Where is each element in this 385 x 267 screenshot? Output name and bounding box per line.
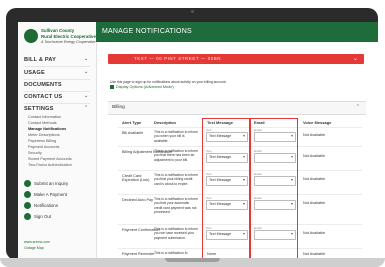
col-description: Description bbox=[154, 120, 177, 125]
voice-value: Not Available bbox=[303, 231, 326, 235]
logo[interactable]: Sullivan County Rural Electric Cooperati… bbox=[24, 26, 96, 48]
display-options-label: Display Options (Advanced Mode) bbox=[116, 85, 174, 89]
row-desc: This is a notification to inform you tha… bbox=[154, 149, 198, 162]
settings-stored-payment-accounts[interactable]: Stored Payment Accounts bbox=[28, 157, 72, 161]
chevron-down-icon[interactable]: ⌄ bbox=[353, 55, 358, 62]
row-desc: This is a notification to inform you we … bbox=[154, 227, 198, 240]
app-screen: Sullivan County Rural Electric Cooperati… bbox=[18, 22, 378, 262]
nav-usage[interactable]: USAGE bbox=[24, 70, 45, 76]
make-payment-link[interactable]: Make A Payment bbox=[34, 192, 67, 197]
divider bbox=[24, 66, 90, 67]
chevron-down-icon[interactable]: ⌄ bbox=[84, 93, 88, 99]
laptop-bezel: Sullivan County Rural Electric Cooperati… bbox=[6, 8, 378, 262]
voice-value: Not Available bbox=[303, 133, 326, 137]
row-type: Declined Auto Pay bbox=[122, 198, 154, 202]
submit-inquiry-link[interactable]: Submit an Inquiry bbox=[34, 181, 68, 186]
settings-payment-accounts[interactable]: Payment Accounts bbox=[28, 145, 59, 149]
page-header: MANAGE NOTIFICATIONS bbox=[96, 22, 378, 42]
checkbox-icon[interactable] bbox=[110, 85, 114, 89]
alert-text: TEXT — 00 PINT STREET — 00BN bbox=[134, 56, 222, 61]
divider bbox=[24, 91, 90, 92]
email-column-highlight bbox=[250, 118, 298, 262]
sign-out-link[interactable]: Sign Out bbox=[34, 214, 51, 219]
chevron-down-icon[interactable]: ⌄ bbox=[84, 56, 88, 62]
settings-security[interactable]: Security bbox=[28, 151, 42, 155]
row-type: Bill Available bbox=[122, 131, 144, 135]
bell-icon[interactable] bbox=[24, 202, 31, 209]
row-type: Credit Card Expiration (Link) bbox=[122, 174, 150, 182]
col-voice-message: Voice Message bbox=[303, 120, 332, 125]
alert-banner[interactable]: TEXT — 00 PINT STREET — 00BN ⌄ bbox=[108, 54, 364, 64]
chevron-down-icon[interactable]: ⌄ bbox=[84, 69, 88, 75]
settings-manage-notifications[interactable]: Manage Notifications bbox=[28, 127, 66, 131]
inquiry-icon[interactable] bbox=[24, 180, 31, 187]
divider bbox=[24, 103, 90, 104]
voice-value: Not Available bbox=[303, 201, 326, 205]
voice-value: Not Available bbox=[303, 177, 326, 181]
logo-line1: Sullivan County bbox=[41, 28, 75, 33]
display-options-link[interactable]: Display Options (Advanced Mode) bbox=[110, 85, 174, 89]
website-link[interactable]: www.sremc.com bbox=[24, 240, 50, 244]
row-desc: This is a notification to inform you tha… bbox=[154, 173, 198, 186]
logo-line2: Rural Electric Cooperative bbox=[41, 34, 96, 39]
nav-bill-pay[interactable]: BILL & PAY bbox=[24, 57, 56, 63]
col-alert-type: Alert Type bbox=[122, 120, 142, 125]
text-column-highlight bbox=[202, 118, 250, 262]
laptop-notch bbox=[165, 258, 220, 262]
nav-settings[interactable]: SETTINGS bbox=[24, 106, 54, 112]
voice-value: Not Available bbox=[303, 154, 326, 158]
row-desc: This is a notification to bbox=[154, 251, 188, 255]
chevron-up-icon[interactable]: ⌃ bbox=[356, 104, 360, 110]
divider bbox=[24, 79, 90, 80]
section-title: Billing bbox=[112, 105, 125, 110]
settings-paperless-billing[interactable]: Paperless Billing bbox=[28, 139, 56, 143]
settings-meter-descriptions[interactable]: Meter Descriptions bbox=[28, 133, 60, 137]
payment-icon[interactable] bbox=[24, 191, 31, 198]
settings-two-factor[interactable]: Two-Factor Authentication bbox=[28, 163, 72, 167]
outage-map-link[interactable]: Outage Map bbox=[24, 246, 44, 250]
logo-tagline: A Touchstone Energy Cooperative bbox=[41, 40, 96, 44]
settings-contact-information[interactable]: Contact Information bbox=[28, 115, 61, 119]
sidebar: Sullivan County Rural Electric Cooperati… bbox=[18, 22, 97, 262]
row-desc: This is a notification to inform you tha… bbox=[154, 197, 198, 215]
page-title: MANAGE NOTIFICATIONS bbox=[102, 28, 192, 35]
sign-out-icon[interactable] bbox=[24, 213, 31, 220]
voice-value: Not Available bbox=[303, 252, 326, 256]
billing-section-header[interactable]: Billing ⌃ bbox=[108, 101, 366, 115]
row-desc: This is a notification to inform you whe… bbox=[154, 130, 198, 143]
notifications-link[interactable]: Notifications bbox=[34, 203, 58, 208]
row-type: Payment Reminder bbox=[122, 252, 155, 256]
logo-mark-icon bbox=[24, 29, 38, 43]
intro-text: Use this page to sign up for notificatio… bbox=[110, 80, 227, 84]
nav-documents[interactable]: DOCUMENTS bbox=[24, 82, 62, 88]
settings-contact-methods[interactable]: Contact Methods bbox=[28, 121, 57, 125]
chevron-up-icon[interactable]: ⌃ bbox=[84, 105, 88, 111]
camera-dot bbox=[191, 10, 194, 13]
nav-contact-us[interactable]: CONTACT US bbox=[24, 94, 62, 100]
